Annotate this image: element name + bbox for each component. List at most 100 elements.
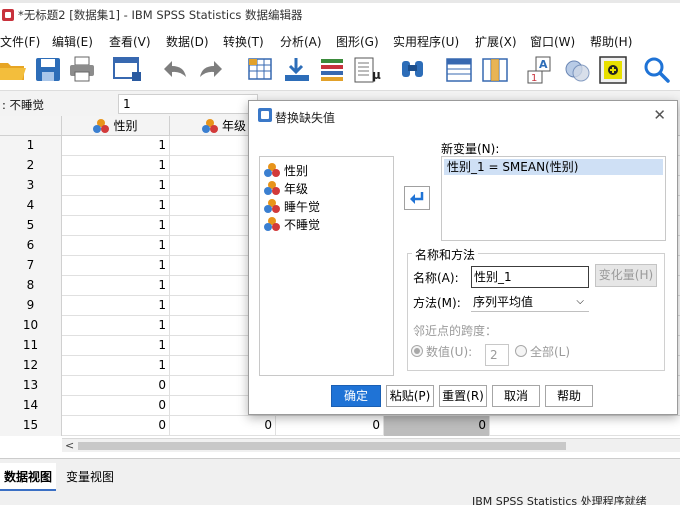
radio-number[interactable] bbox=[411, 345, 423, 357]
menu-view[interactable]: 查看(V) bbox=[109, 33, 151, 50]
variables-icon[interactable] bbox=[318, 55, 348, 85]
data-cell[interactable]: 1 bbox=[62, 276, 170, 296]
horizontal-scrollbar[interactable]: < bbox=[62, 438, 680, 452]
row-number[interactable]: 8 bbox=[0, 276, 62, 296]
span-label: 邻近点的跨度： bbox=[413, 324, 498, 338]
change-button[interactable]: 变化量(H) bbox=[595, 264, 657, 287]
row-number[interactable]: 11 bbox=[0, 336, 62, 356]
table-row[interactable]: 15 0 0 0 0 bbox=[0, 416, 680, 436]
data-cell[interactable]: 1 bbox=[62, 136, 170, 156]
insert-variable-icon[interactable] bbox=[480, 55, 510, 85]
paste-button[interactable]: 粘贴(P) bbox=[386, 385, 434, 407]
save-icon[interactable] bbox=[34, 55, 64, 85]
window-title: *无标题2 [数据集1] - IBM SPSS Statistics 数据编辑器 bbox=[18, 7, 303, 22]
row-number[interactable]: 5 bbox=[0, 216, 62, 236]
method-select[interactable]: 序列平均值 ⌵ bbox=[471, 292, 589, 312]
menu-extensions[interactable]: 扩展(X) bbox=[475, 33, 517, 50]
find-icon[interactable] bbox=[398, 55, 428, 85]
group-title: 名称和方法 bbox=[412, 246, 479, 263]
value-labels-icon[interactable] bbox=[598, 55, 628, 85]
data-cell[interactable]: 1 bbox=[62, 356, 170, 376]
select-cases-icon[interactable] bbox=[562, 55, 592, 85]
list-item[interactable]: 年级 bbox=[264, 179, 308, 197]
tab-variable-view[interactable]: 变量视图 bbox=[62, 463, 118, 491]
move-variable-button[interactable] bbox=[404, 186, 430, 210]
list-item[interactable]: 性别_1 = SMEAN(性别) bbox=[444, 159, 663, 175]
cancel-button[interactable]: 取消 bbox=[492, 385, 540, 407]
cell-value-input[interactable]: 1 bbox=[118, 94, 258, 114]
row-number[interactable]: 6 bbox=[0, 236, 62, 256]
run-descriptives-icon[interactable]: μ bbox=[352, 55, 382, 85]
data-cell[interactable]: 0 bbox=[170, 416, 276, 436]
menu-window[interactable]: 窗口(W) bbox=[530, 33, 575, 50]
data-cell[interactable]: 1 bbox=[62, 156, 170, 176]
name-input[interactable]: 性别_1 bbox=[471, 266, 589, 288]
data-cell[interactable]: 1 bbox=[62, 216, 170, 236]
source-variable-list[interactable]: 性别 年级 睡午觉 不睡觉 bbox=[259, 156, 394, 376]
row-number[interactable]: 4 bbox=[0, 196, 62, 216]
tab-data-view[interactable]: 数据视图 bbox=[0, 463, 57, 491]
dialog-recall-icon[interactable] bbox=[112, 55, 142, 85]
row-number[interactable]: 3 bbox=[0, 176, 62, 196]
menu-transform[interactable]: 转换(T) bbox=[223, 33, 264, 50]
data-cell[interactable]: 0 bbox=[276, 416, 384, 436]
row-number[interactable]: 12 bbox=[0, 356, 62, 376]
row-number[interactable]: 13 bbox=[0, 376, 62, 396]
new-variables-label: 新变量(N): bbox=[441, 142, 500, 156]
nominal-variable-icon bbox=[202, 119, 218, 133]
radio-all[interactable] bbox=[515, 345, 527, 357]
open-folder-icon[interactable] bbox=[0, 55, 30, 85]
column-header-gender[interactable]: 性别 bbox=[62, 116, 170, 136]
row-number[interactable]: 1 bbox=[0, 136, 62, 156]
menu-graphs[interactable]: 图形(G) bbox=[336, 33, 379, 50]
method-select-value: 序列平均值 bbox=[473, 295, 534, 309]
reset-button[interactable]: 重置(R) bbox=[439, 385, 487, 407]
insert-cases-icon[interactable] bbox=[444, 55, 474, 85]
goto-case-icon[interactable] bbox=[246, 55, 276, 85]
menu-analyze[interactable]: 分析(A) bbox=[280, 33, 322, 50]
row-number[interactable]: 10 bbox=[0, 316, 62, 336]
undo-icon[interactable] bbox=[160, 55, 190, 85]
scroll-left-icon[interactable]: < bbox=[65, 439, 74, 452]
data-cell[interactable]: 1 bbox=[62, 256, 170, 276]
row-number[interactable]: 14 bbox=[0, 396, 62, 416]
variable-label: 性别 bbox=[284, 163, 309, 178]
data-cell[interactable]: 1 bbox=[62, 316, 170, 336]
nominal-variable-icon bbox=[264, 199, 280, 213]
span-number-input[interactable]: 2 bbox=[485, 344, 509, 366]
data-cell[interactable]: 0 bbox=[62, 396, 170, 416]
new-variables-list[interactable]: 性别_1 = SMEAN(性别) bbox=[441, 156, 666, 241]
data-cell[interactable]: 0 bbox=[62, 376, 170, 396]
data-cell[interactable]: 1 bbox=[62, 176, 170, 196]
close-icon[interactable]: ✕ bbox=[653, 106, 666, 124]
data-cell[interactable]: 1 bbox=[62, 296, 170, 316]
menu-utilities[interactable]: 实用程序(U) bbox=[393, 33, 459, 50]
list-item[interactable]: 睡午觉 bbox=[264, 197, 320, 215]
help-button[interactable]: 帮助 bbox=[545, 385, 593, 407]
list-item[interactable]: 性别 bbox=[264, 161, 308, 179]
list-item[interactable]: 不睡觉 bbox=[264, 215, 320, 233]
menu-help[interactable]: 帮助(H) bbox=[590, 33, 632, 50]
data-cell[interactable]: 1 bbox=[62, 196, 170, 216]
redo-icon[interactable] bbox=[196, 55, 226, 85]
menu-file[interactable]: 文件(F) bbox=[0, 33, 40, 50]
row-number[interactable]: 2 bbox=[0, 156, 62, 176]
corner-cell[interactable] bbox=[0, 116, 62, 136]
data-cell[interactable]: 0 bbox=[384, 416, 490, 436]
nominal-variable-icon bbox=[264, 181, 280, 195]
goto-variable-icon[interactable] bbox=[282, 55, 312, 85]
menu-data[interactable]: 数据(D) bbox=[166, 33, 209, 50]
data-cell[interactable]: 1 bbox=[62, 236, 170, 256]
data-cell[interactable]: 0 bbox=[62, 416, 170, 436]
toolbar: μ A1 bbox=[0, 52, 680, 90]
menu-edit[interactable]: 编辑(E) bbox=[52, 33, 93, 50]
row-number[interactable]: 7 bbox=[0, 256, 62, 276]
scrollbar-thumb[interactable] bbox=[78, 442, 566, 450]
row-number[interactable]: 9 bbox=[0, 296, 62, 316]
ok-button[interactable]: 确定 bbox=[331, 385, 381, 407]
split-file-icon[interactable]: A1 bbox=[526, 55, 556, 85]
data-cell[interactable]: 1 bbox=[62, 336, 170, 356]
row-number[interactable]: 15 bbox=[0, 416, 62, 436]
print-icon[interactable] bbox=[68, 55, 98, 85]
search-icon[interactable] bbox=[642, 55, 672, 85]
